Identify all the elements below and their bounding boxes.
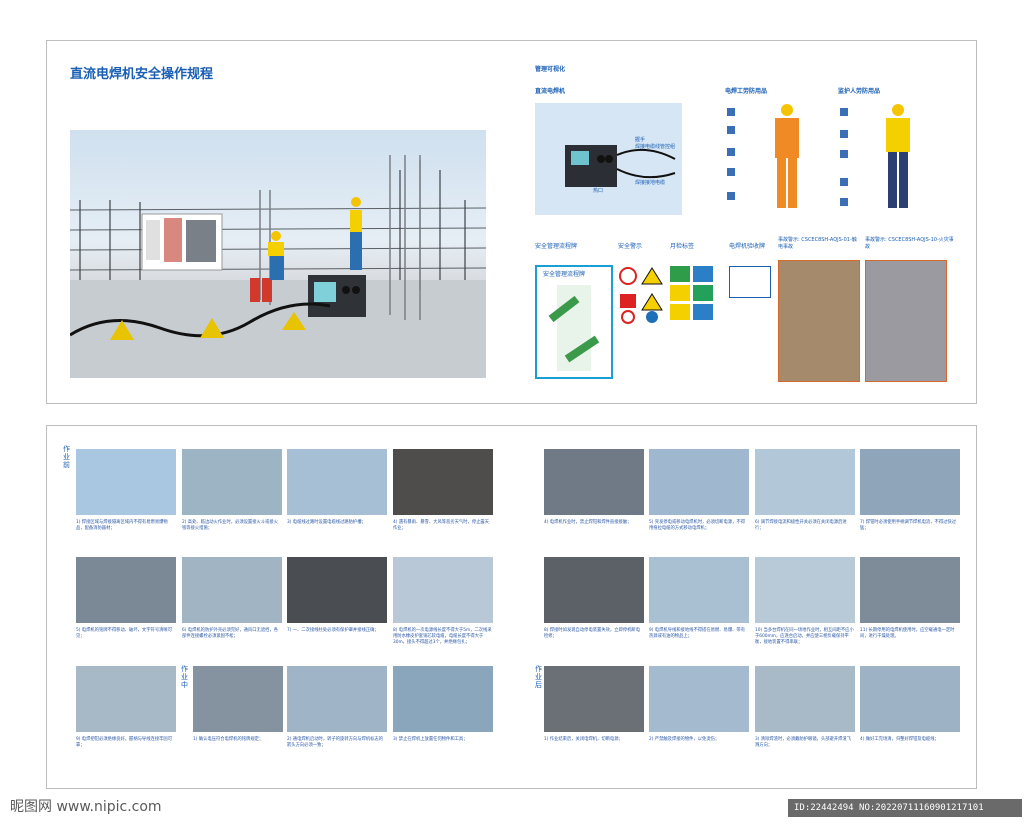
step-caption: 5) 突发停电或移动电焊机时，必须切断电源，不得用拖拉电缆的方式移动电焊机； [649, 520, 746, 531]
step-caption: 10) 当多台焊机在同一场地作业时，相互间距不应小于600mm，应逐台启动，并应… [755, 628, 854, 645]
step-image [287, 449, 387, 515]
step-caption: 6) 调节焊接电流和极性开关必须在关闭电源后进行； [755, 520, 847, 531]
step-image [649, 666, 749, 732]
step-caption: 3) 电缆线过路时设置电缆线过路防护槽； [287, 520, 366, 525]
step-caption: 7) 焊钳时必须使用手柄调节焊机电流，不得过快过猛； [860, 520, 957, 531]
welder-part-label: 热口 [593, 188, 604, 194]
step-caption: 1) 焊接区域与焊接隔离区域内不得有易燃易爆物品，配备消防器材； [76, 520, 168, 531]
acceptance-board [729, 266, 771, 298]
step-caption: 7) 一、二次接线柱处必须有保护罩并接线正确； [287, 628, 379, 633]
flow-label: 安全管理流程牌 [535, 243, 578, 250]
step-caption: 4) 做好工完场清，归整好焊钳及电缆线； [860, 737, 939, 742]
stage-during-label: 作业中 [181, 665, 188, 689]
step-image [860, 557, 960, 623]
step-caption: 2) 严禁触及焊接的物件，以免烫伤； [649, 737, 720, 742]
welder-part-label: 握手 [635, 137, 646, 143]
step-image [860, 666, 960, 732]
page-title: 直流电焊机安全操作规程 [70, 67, 214, 82]
acceptance-label: 电焊机验收牌 [729, 243, 766, 250]
step-caption: 6) 电焊机的防护外壳必须完好，通风口无遮挡，各部件连接螺栓必须紧固不松； [182, 628, 279, 639]
step-image [193, 666, 283, 732]
step-caption: 9) 电焊机导线和接地线不得搭在易燃、易爆、带有热源或有油的物品上； [649, 628, 746, 639]
step-image [287, 557, 387, 623]
step-image [544, 666, 644, 732]
step-image [544, 557, 644, 623]
step-image [649, 449, 749, 515]
step-image [182, 557, 282, 623]
safety-flow-board: 安全管理流程牌 [535, 265, 613, 379]
welder-ppe-figure [725, 100, 830, 218]
step-image [860, 449, 960, 515]
step-image [393, 449, 493, 515]
step-caption: 8) 电焊机的一次电源线长度不得大于5m，二次线采用防水橡皮护套铜芯软电缆，电缆… [393, 628, 492, 645]
step-image [76, 449, 176, 515]
guard-ppe-label: 监护人劳防用品 [838, 88, 881, 95]
step-image [76, 666, 176, 732]
case2-poster [865, 260, 947, 382]
step-image [287, 666, 387, 732]
stage-before-label: 作业前 [63, 445, 70, 469]
step-caption: 2) 高处、临边动火作业时，必须设置接火斗或接火毯等接火措施； [182, 520, 279, 531]
step-image [755, 557, 855, 623]
step-caption: 3) 禁止在焊机上放置任何物件和工具； [393, 737, 468, 742]
welder-part-label: 焊接电缆线管控组 [635, 144, 676, 150]
step-caption: 2) 通电焊机启动时，转子的旋转方向与焊机标志的箭头方向必须一致； [287, 737, 384, 748]
step-caption: 4) 电焊机作业时，禁止焊钳和焊件直接接触； [544, 520, 632, 525]
inspection-tags [670, 266, 715, 324]
welder-part-label: 焊接接地电缆 [635, 180, 666, 186]
flow-board-title: 安全管理流程牌 [543, 271, 586, 278]
step-caption: 4) 遇有暴雨、暴雪、大风等恶劣天气时，停止露天作业； [393, 520, 490, 531]
step-caption: 9) 电焊把钳必须绝缘良好，握柄与导线连接牢固可靠； [76, 737, 173, 748]
step-image [393, 666, 493, 732]
step-image [76, 557, 176, 623]
dc-welder-label: 直流电焊机 [535, 88, 566, 95]
case1-label: 事故警示: CSCEC8SH-AQJS-01-触电事故 [778, 237, 857, 250]
step-caption: 11) 长期停用的电焊机使用时，应空载通电一定时间，进行干燥处理。 [860, 628, 955, 639]
management-heading: 管理可视化 [535, 66, 566, 73]
step-caption: 1) 作业结束后，关闭电焊机，切断电源； [544, 737, 623, 742]
warning-signs [618, 266, 663, 324]
watermark-logo: 昵图网 www.nipic.com [10, 799, 162, 815]
step-image [755, 666, 855, 732]
step-image [182, 449, 282, 515]
inspection-label: 月检标签 [670, 243, 695, 250]
dc-welder-image: 握手 焊接电缆线管控组 热口 焊接接地电缆 [535, 103, 682, 215]
step-caption: 3) 清除焊渣时，必须戴防护眼镜，头部避开焊渣飞溅方向； [755, 737, 852, 748]
step-caption: 8) 焊接时如发现自动停电装置失效，立即停机断电检修； [544, 628, 641, 639]
case2-label: 事故警示: CSCEC8SH-AQJS-10-火灾事故 [865, 237, 954, 250]
case1-poster [778, 260, 860, 382]
step-caption: 1) 确认电压符合电焊机的铭牌规定； [193, 737, 264, 742]
image-id-bar: ID:22442494 NO:20220711160901217101 [788, 799, 1022, 817]
hero-scene-illustration [70, 130, 486, 378]
warning-label: 安全警示 [618, 243, 643, 250]
welder-ppe-label: 电焊工劳防用品 [725, 88, 768, 95]
step-image [393, 557, 493, 623]
step-image [649, 557, 749, 623]
step-caption: 5) 电焊机的铭牌不得移动、破坏，文字符号清晰可见； [76, 628, 173, 639]
step-image [544, 449, 644, 515]
guard-ppe-figure [838, 100, 948, 218]
step-image [755, 449, 855, 515]
